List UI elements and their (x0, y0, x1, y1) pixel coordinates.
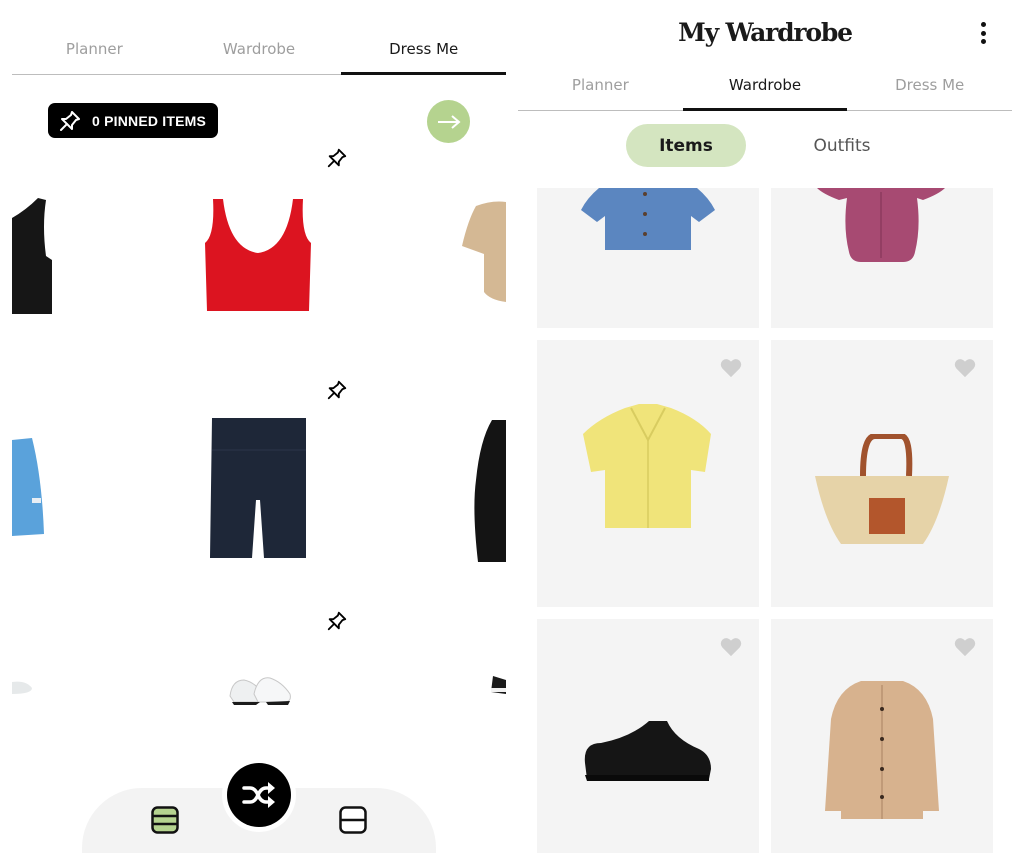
tab-planner[interactable]: Planner (12, 40, 177, 58)
item-card[interactable] (771, 619, 993, 853)
pin-shoes-icon[interactable] (326, 610, 348, 632)
item-card[interactable] (537, 340, 759, 607)
magenta-blouse-image (817, 188, 945, 262)
shuffle-button[interactable] (222, 758, 296, 832)
next-button[interactable] (427, 100, 470, 143)
white-chunky-sneakers-image[interactable] (226, 674, 294, 706)
favorite-heart-icon[interactable] (954, 637, 976, 657)
camel-overshirt-image (825, 681, 939, 819)
top-tabs: Planner Wardrobe Dress Me (12, 40, 506, 58)
item-card[interactable] (537, 619, 759, 853)
blue-shorts-image[interactable] (12, 438, 48, 540)
white-sneaker-image[interactable] (12, 680, 34, 698)
black-sneaker-image[interactable] (489, 674, 506, 698)
item-card[interactable] (537, 188, 759, 328)
active-tab-indicator (341, 72, 506, 75)
segment-items[interactable]: Items (626, 124, 746, 167)
black-leggings-image[interactable] (472, 420, 506, 564)
app-title: My Wardrobe (678, 18, 853, 47)
wardrobe-screen: My Wardrobe Planner Wardrobe Dress Me It… (518, 0, 1024, 853)
pin-bottoms-icon[interactable] (326, 379, 348, 401)
favorite-heart-icon[interactable] (720, 358, 742, 378)
tab-dress-me[interactable]: Dress Me (341, 40, 506, 58)
item-card[interactable] (771, 340, 993, 607)
shuffle-icon (242, 782, 275, 808)
beige-tshirt-image[interactable] (462, 200, 506, 304)
pin-tops-icon[interactable] (326, 147, 348, 169)
segment-outfits[interactable]: Outfits (782, 124, 902, 167)
pinned-items-label: 0 PINNED ITEMS (92, 112, 207, 129)
favorite-heart-icon[interactable] (720, 637, 742, 657)
tab-planner[interactable]: Planner (518, 76, 683, 94)
tab-dress-me[interactable]: Dress Me (847, 76, 1012, 94)
yellow-knit-shirt-image (583, 404, 711, 528)
arrow-right-icon (437, 114, 461, 129)
tab-wardrobe[interactable]: Wardrobe (177, 40, 342, 58)
three-row-layout-icon[interactable] (151, 806, 179, 834)
navy-bike-shorts-image[interactable] (210, 418, 308, 560)
straw-tote-bag-image (815, 434, 949, 544)
blue-shirt-image (581, 188, 715, 250)
item-card[interactable] (771, 188, 993, 328)
top-tabs: Planner Wardrobe Dress Me (518, 76, 1012, 94)
items-grid (537, 188, 993, 853)
pinned-items-button[interactable]: 0 PINNED ITEMS (48, 103, 218, 138)
two-row-layout-icon[interactable] (339, 806, 367, 834)
black-sneakers-image (584, 721, 711, 781)
favorite-heart-icon[interactable] (954, 358, 976, 378)
dress-me-screen: Planner Wardrobe Dress Me 0 PINNED ITEMS (0, 0, 512, 853)
pin-icon (60, 110, 80, 131)
active-tab-indicator (683, 108, 847, 111)
more-vertical-icon[interactable] (976, 22, 990, 44)
black-tank-top-image[interactable] (12, 196, 54, 318)
red-crop-top-image[interactable] (203, 197, 313, 315)
tab-wardrobe[interactable]: Wardrobe (683, 76, 848, 94)
